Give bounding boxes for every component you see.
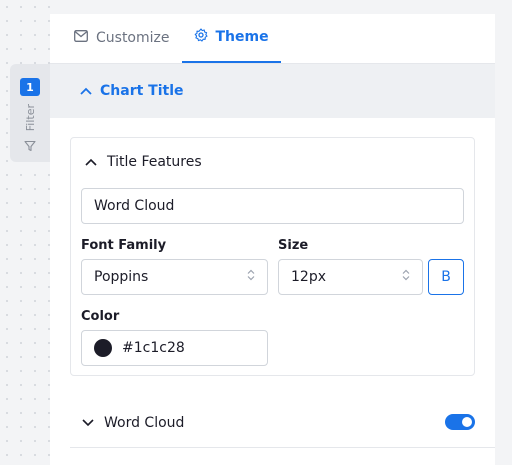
bold-toggle-button[interactable]: B [428,259,464,295]
select-arrows-icon [402,269,410,285]
chart-title-section-header[interactable]: Chart Title [50,64,495,118]
title-features-card: Title Features Word Cloud Font Family Si… [70,137,475,376]
font-family-value: Poppins [94,269,149,285]
title-text-value: Word Cloud [94,198,175,214]
tab-bar: Customize Theme [50,14,495,64]
word-cloud-toggle[interactable] [445,414,475,430]
tab-theme-label: Theme [215,29,269,45]
right-gutter [495,0,512,465]
word-cloud-label: Word Cloud [104,415,185,431]
settings-panel: Customize Theme Chart Title Title Featur… [50,14,495,465]
size-label: Size [278,238,309,253]
envelope-icon [74,30,88,46]
font-family-label: Font Family [81,238,167,253]
toggle-knob [462,417,472,427]
tab-customize-label: Customize [96,30,170,46]
title-features-label: Title Features [107,154,202,170]
title-text-input[interactable]: Word Cloud [81,188,464,224]
gear-icon [194,28,208,46]
chevron-down-icon [82,415,94,431]
chevron-up-icon [85,154,97,170]
color-label: Color [81,309,120,324]
funnel-icon [24,137,36,156]
font-family-select[interactable]: Poppins [81,259,268,295]
section-title: Chart Title [100,83,184,99]
title-features-header[interactable]: Title Features [71,138,474,186]
word-cloud-section-header[interactable]: Word Cloud [70,400,475,446]
filter-label: Filter [23,104,37,132]
color-picker-input[interactable]: #1c1c28 [81,330,268,366]
tab-customize[interactable]: Customize [62,13,182,63]
color-swatch [94,339,112,357]
size-value: 12px [291,269,326,285]
divider [70,447,495,448]
chevron-up-icon [80,83,92,99]
size-select[interactable]: 12px [278,259,423,295]
select-arrows-icon [247,269,255,285]
filter-side-tab[interactable]: 1 Filter [10,64,50,162]
color-value: #1c1c28 [122,340,185,356]
tab-theme[interactable]: Theme [181,13,281,63]
filter-count-badge: 1 [20,78,40,96]
